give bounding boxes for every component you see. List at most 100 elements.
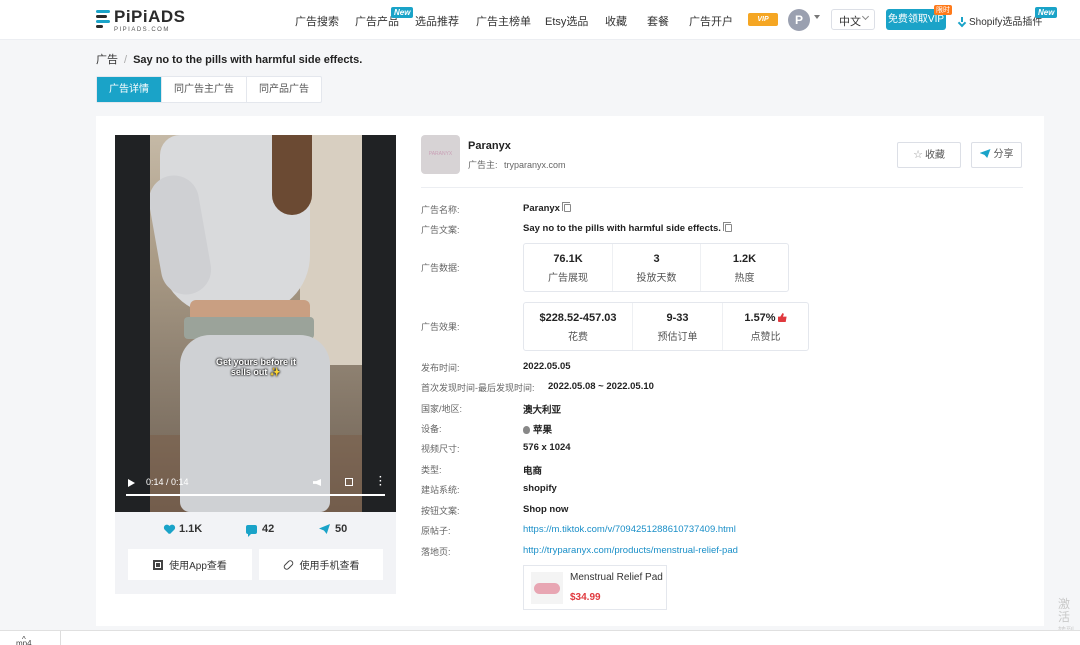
view-on-phone-button[interactable]: 使用手机查看	[259, 549, 383, 580]
copy-icon[interactable]	[722, 222, 732, 232]
nav-plans[interactable]: 套餐	[647, 13, 669, 29]
nav-product-recommend[interactable]: 选品推荐	[415, 13, 459, 29]
country-label: 国家/地区:	[421, 404, 463, 414]
breadcrumb-current: Say no to the pills with harmful side ef…	[133, 54, 363, 66]
type-label: 类型:	[421, 465, 442, 475]
product-card[interactable]: Menstrual Relief Pad $34.99	[523, 565, 667, 610]
language-select[interactable]: 中文	[831, 9, 875, 30]
ad-name-label: 广告名称:	[421, 205, 460, 215]
comment-icon	[246, 524, 257, 537]
tab-same-advertiser[interactable]: 同广告主广告	[162, 77, 247, 102]
share-button[interactable]: 分享	[971, 142, 1022, 168]
metric-label: 投放天数	[636, 273, 677, 284]
download-icon	[958, 17, 966, 26]
paper-plane-icon	[979, 149, 991, 158]
view-on-phone-label: 使用手机查看	[299, 561, 360, 572]
shares-stat: 50	[319, 523, 347, 535]
product-price: $34.99	[570, 592, 601, 603]
shopify-plugin-label: Shopify选品插件	[969, 17, 1043, 28]
ad-effect-metrics: $228.52-457.03 花费 9-33 预估订单 1.57% 点赞比	[523, 302, 809, 351]
video-caption: Get yours before it sells out ✨	[150, 357, 362, 377]
nav-ad-search[interactable]: 广告搜索	[295, 13, 339, 29]
publish-value: 2022.05.05	[523, 361, 571, 372]
comments-count: 42	[262, 523, 275, 535]
tab-ad-details[interactable]: 广告详情	[97, 77, 162, 102]
collect-label: 收藏	[924, 150, 945, 161]
likes-count: 1.1K	[179, 523, 203, 535]
metric-heat: 1.2K 热度	[700, 244, 788, 291]
logo-mark-icon	[96, 9, 110, 32]
divider	[421, 187, 1023, 188]
video-progress-bar[interactable]	[126, 494, 385, 496]
video-size-value: 576 x 1024	[523, 442, 571, 453]
qr-code-icon	[153, 559, 164, 570]
ad-copy-label: 广告文案:	[421, 225, 460, 235]
video-caption-line: sells out ✨	[230, 367, 282, 377]
video-caption-line: Get yours before it	[215, 357, 296, 367]
landing-page-link[interactable]: http://tryparanyx.com/products/menstrual…	[523, 545, 738, 556]
new-badge: New	[391, 7, 414, 18]
fullscreen-icon[interactable]	[345, 478, 353, 486]
nav-etsy[interactable]: Etsy选品	[545, 13, 588, 29]
country-value: 澳大利亚	[523, 405, 562, 416]
device-label: 设备:	[421, 424, 442, 434]
metric-label: 点赞比	[750, 332, 781, 343]
volume-icon[interactable]	[313, 479, 321, 486]
product-name: Menstrual Relief Pad	[570, 572, 663, 583]
new-badge: New	[1035, 7, 1058, 18]
site-system-label: 建站系统:	[421, 485, 460, 495]
copy-icon[interactable]	[561, 202, 571, 212]
ad-name-value: Paranyx	[523, 202, 571, 214]
advertiser-domain[interactable]: tryparanyx.com	[504, 160, 566, 170]
breadcrumb-root[interactable]: 广告	[96, 54, 118, 66]
metric-value: 76.1K	[553, 253, 583, 265]
logo-text: PiPiADS	[114, 7, 186, 26]
thumbs-up-icon	[777, 313, 787, 322]
watermark-line: 激活	[1058, 597, 1071, 624]
metric-value: 9-33	[666, 312, 689, 324]
video-frame: Get yours before it sells out ✨	[150, 135, 362, 512]
metric-value: $228.52-457.03	[539, 312, 617, 324]
download-bar: mp4 ^	[0, 630, 1080, 645]
download-item[interactable]: mp4 ^	[8, 635, 32, 645]
nav-advertiser-ranking[interactable]: 广告主榜单	[476, 13, 531, 29]
ad-data-label: 广告数据:	[421, 263, 460, 273]
tab-same-product[interactable]: 同产品广告	[247, 77, 321, 102]
play-icon[interactable]	[128, 479, 135, 487]
metric-label: 广告展现	[548, 273, 588, 284]
ad-video-player[interactable]: Get yours before it sells out ✨ 0:14 / 0…	[115, 135, 396, 512]
more-options-icon[interactable]: · · ·	[379, 473, 382, 491]
limited-time-badge: 限时	[934, 5, 952, 15]
collect-button[interactable]: ☆ 收藏	[897, 142, 961, 168]
metric-value: 3	[653, 253, 660, 265]
metric-days: 3 投放天数	[612, 244, 700, 291]
pipiads-logo[interactable]: PiPiADS PIPIADS.COM	[96, 8, 186, 33]
advertiser-avatar[interactable]: PARANYX	[421, 135, 460, 174]
type-value: 电商	[523, 466, 543, 477]
advertiser-domain-row: 广告主: tryparanyx.com	[468, 158, 566, 171]
comments-stat: 42	[246, 523, 275, 537]
metric-label: 热度	[734, 273, 755, 284]
shopify-plugin-link[interactable]: Shopify选品插件	[958, 13, 1042, 28]
detail-tabs: 广告详情 同广告主广告 同产品广告	[96, 76, 322, 103]
user-avatar[interactable]: P	[788, 9, 810, 31]
metric-value-row: 1.57%	[723, 312, 808, 324]
metric-label: 花费	[568, 332, 588, 343]
nav-ad-account[interactable]: 广告开户	[689, 13, 733, 29]
site-system-value: shopify	[523, 483, 557, 494]
breadcrumb-separator: /	[124, 54, 128, 66]
language-value: 中文	[839, 16, 861, 28]
nav-favorites[interactable]: 收藏	[605, 13, 627, 29]
original-post-link[interactable]: https://m.tiktok.com/v/70942512886107374…	[523, 524, 736, 535]
video-controls: 0:14 / 0:14 · · ·	[115, 469, 396, 512]
advertiser-name[interactable]: Paranyx	[468, 140, 511, 152]
video-time: 0:14 / 0:14	[146, 477, 189, 487]
metric-value: 1.2K	[732, 253, 757, 265]
ad-copy-value: Say no to the pills with harmful side ef…	[523, 222, 732, 234]
vip-logo-icon[interactable]: VIP	[748, 13, 778, 26]
view-in-app-button[interactable]: 使用App查看	[128, 549, 252, 580]
landing-page-label: 落地页:	[421, 547, 451, 557]
metric-label: 预估订单	[657, 332, 698, 343]
caret-down-icon[interactable]	[814, 15, 820, 19]
share-icon	[319, 524, 330, 534]
